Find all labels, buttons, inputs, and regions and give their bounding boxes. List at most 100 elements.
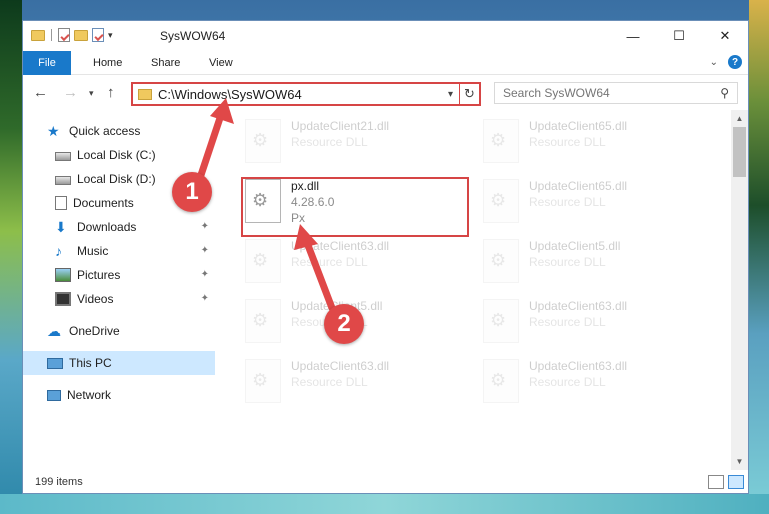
properties-icon[interactable] [58, 28, 70, 42]
address-dropdown-icon[interactable]: ▾ [448, 89, 453, 100]
desktop-background-left [0, 0, 22, 514]
sidebar-item-network[interactable]: Network [23, 383, 215, 407]
help-icon[interactable]: ? [728, 55, 742, 69]
address-bar[interactable]: C:\Windows\SysWOW64 ▾ ↻ [131, 82, 481, 106]
back-arrow-icon[interactable]: ← [33, 84, 48, 101]
explorer-window: ▾ SysWOW64 — ☐ ✕ File Home Share View ⌄ … [22, 20, 749, 494]
sidebar-item-quick-access[interactable]: ★ Quick access [23, 119, 215, 143]
address-path[interactable]: C:\Windows\SysWOW64 [158, 87, 448, 102]
sidebar-item-label: Local Disk (D:) [77, 172, 156, 186]
file-item[interactable]: UpdateClient63.dll Resource DLL [245, 237, 475, 291]
scrollbar-thumb[interactable] [733, 127, 746, 177]
disk-icon [55, 176, 71, 185]
sidebar-item-downloads[interactable]: ⬇ Downloads ✦ [23, 215, 215, 239]
tab-home[interactable]: Home [93, 51, 122, 75]
sidebar-item-pictures[interactable]: Pictures ✦ [23, 263, 215, 287]
file-item[interactable]: UpdateClient65.dll Resource DLL [483, 117, 713, 171]
details-view-icon[interactable] [708, 475, 724, 489]
quick-access-toolbar: ▾ [31, 28, 113, 42]
pictures-icon [55, 268, 71, 282]
highlight-box-px-dll [241, 177, 469, 237]
file-item[interactable]: UpdateClient63.dll Resource DLL [483, 297, 713, 351]
file-item[interactable]: UpdateClient65.dll Resource DLL [483, 177, 713, 231]
close-button[interactable]: ✕ [702, 21, 748, 51]
sidebar-item-label: Quick access [69, 124, 141, 138]
star-icon: ★ [47, 123, 60, 139]
sidebar-item-local-disk-c[interactable]: Local Disk (C:) [23, 143, 215, 167]
dll-file-icon [245, 119, 281, 163]
file-name: UpdateClient63.dll [529, 359, 628, 373]
network-icon [47, 389, 61, 401]
file-name: UpdateClient65.dll [529, 119, 628, 133]
dll-file-icon [483, 299, 519, 343]
file-name: UpdateClient63.dll [291, 359, 390, 373]
cloud-icon: ☁ [47, 323, 61, 339]
chevron-down-icon[interactable]: ▾ [108, 30, 113, 41]
status-bar: 199 items [23, 471, 748, 493]
window-controls: — ☐ ✕ [610, 21, 748, 51]
tab-file[interactable]: File [23, 51, 71, 75]
desktop-background-bottom [0, 494, 769, 514]
file-description: Resource DLL [291, 375, 368, 389]
file-item[interactable]: UpdateClient21.dll Resource DLL [245, 117, 475, 171]
view-switcher [708, 475, 744, 489]
ribbon-right: ⌄ ? [710, 55, 742, 69]
step-1-badge: 1 [172, 172, 212, 212]
pin-icon[interactable]: ✦ [201, 245, 209, 256]
scroll-down-icon[interactable]: ▼ [731, 453, 748, 470]
step-2-badge: 2 [324, 304, 364, 344]
file-name: UpdateClient63.dll [529, 299, 628, 313]
file-item[interactable]: UpdateClient5.dll Resource DLL [483, 237, 713, 291]
vertical-scrollbar[interactable]: ▲ ▼ [731, 110, 748, 470]
sidebar-item-label: Network [67, 388, 112, 402]
file-description: Resource DLL [529, 135, 606, 149]
search-input[interactable] [495, 86, 721, 100]
pin-icon[interactable]: ✦ [201, 293, 209, 304]
navigation-bar: ← → ▾ ↑ C:\Windows\SysWOW64 ▾ ↻ ⚲ [23, 76, 748, 110]
minimize-button[interactable]: — [610, 21, 656, 51]
sidebar-item-label: This PC [69, 356, 112, 370]
toolbar-separator [51, 29, 52, 41]
pin-icon[interactable]: ✦ [201, 221, 209, 232]
download-icon: ⬇ [55, 219, 67, 235]
tab-share[interactable]: Share [151, 51, 180, 75]
file-description: Resource DLL [529, 255, 606, 269]
large-icons-view-icon[interactable] [728, 475, 744, 489]
dll-file-icon [245, 239, 281, 283]
item-count: 199 items [35, 476, 83, 488]
file-item[interactable]: UpdateClient63.dll Resource DLL [245, 357, 475, 411]
desktop-background-right [749, 0, 769, 514]
search-box[interactable]: ⚲ [494, 82, 738, 104]
file-description: Resource DLL [291, 255, 368, 269]
sidebar-item-onedrive[interactable]: ☁ OneDrive [23, 319, 215, 343]
maximize-button[interactable]: ☐ [656, 21, 702, 51]
pin-icon[interactable]: ✦ [201, 269, 209, 280]
file-name: UpdateClient65.dll [529, 179, 628, 193]
tab-view[interactable]: View [209, 51, 233, 75]
expand-ribbon-icon[interactable]: ⌄ [710, 57, 718, 68]
search-icon[interactable]: ⚲ [720, 86, 729, 100]
scroll-up-icon[interactable]: ▲ [731, 110, 748, 127]
forward-arrow-icon[interactable]: → [63, 84, 78, 101]
sidebar-item-music[interactable]: ♪ Music ✦ [23, 239, 215, 263]
sidebar-item-videos[interactable]: Videos ✦ [23, 287, 215, 311]
sidebar-item-label: Pictures [77, 268, 121, 282]
pc-icon [47, 357, 63, 369]
recent-locations-icon[interactable]: ▾ [89, 88, 94, 99]
sidebar-item-label: Local Disk (C:) [77, 148, 156, 162]
file-list: UpdateClient21.dll Resource DLL UpdateCl… [223, 117, 733, 477]
up-arrow-icon[interactable]: ↑ [107, 84, 115, 101]
customize-icon[interactable] [92, 28, 104, 42]
file-description: Resource DLL [291, 135, 368, 149]
dll-file-icon [483, 119, 519, 163]
file-name: UpdateClient5.dll [529, 239, 621, 253]
dll-file-icon [483, 239, 519, 283]
sidebar-item-this-pc[interactable]: This PC [23, 351, 215, 375]
refresh-icon[interactable]: ↻ [459, 84, 479, 104]
new-folder-icon[interactable] [74, 29, 88, 41]
file-item[interactable]: UpdateClient63.dll Resource DLL [483, 357, 713, 411]
sidebar-item-label: Documents [73, 196, 134, 210]
sidebar-item-label: Videos [77, 292, 114, 306]
disk-icon [55, 152, 71, 161]
videos-icon [55, 292, 71, 306]
